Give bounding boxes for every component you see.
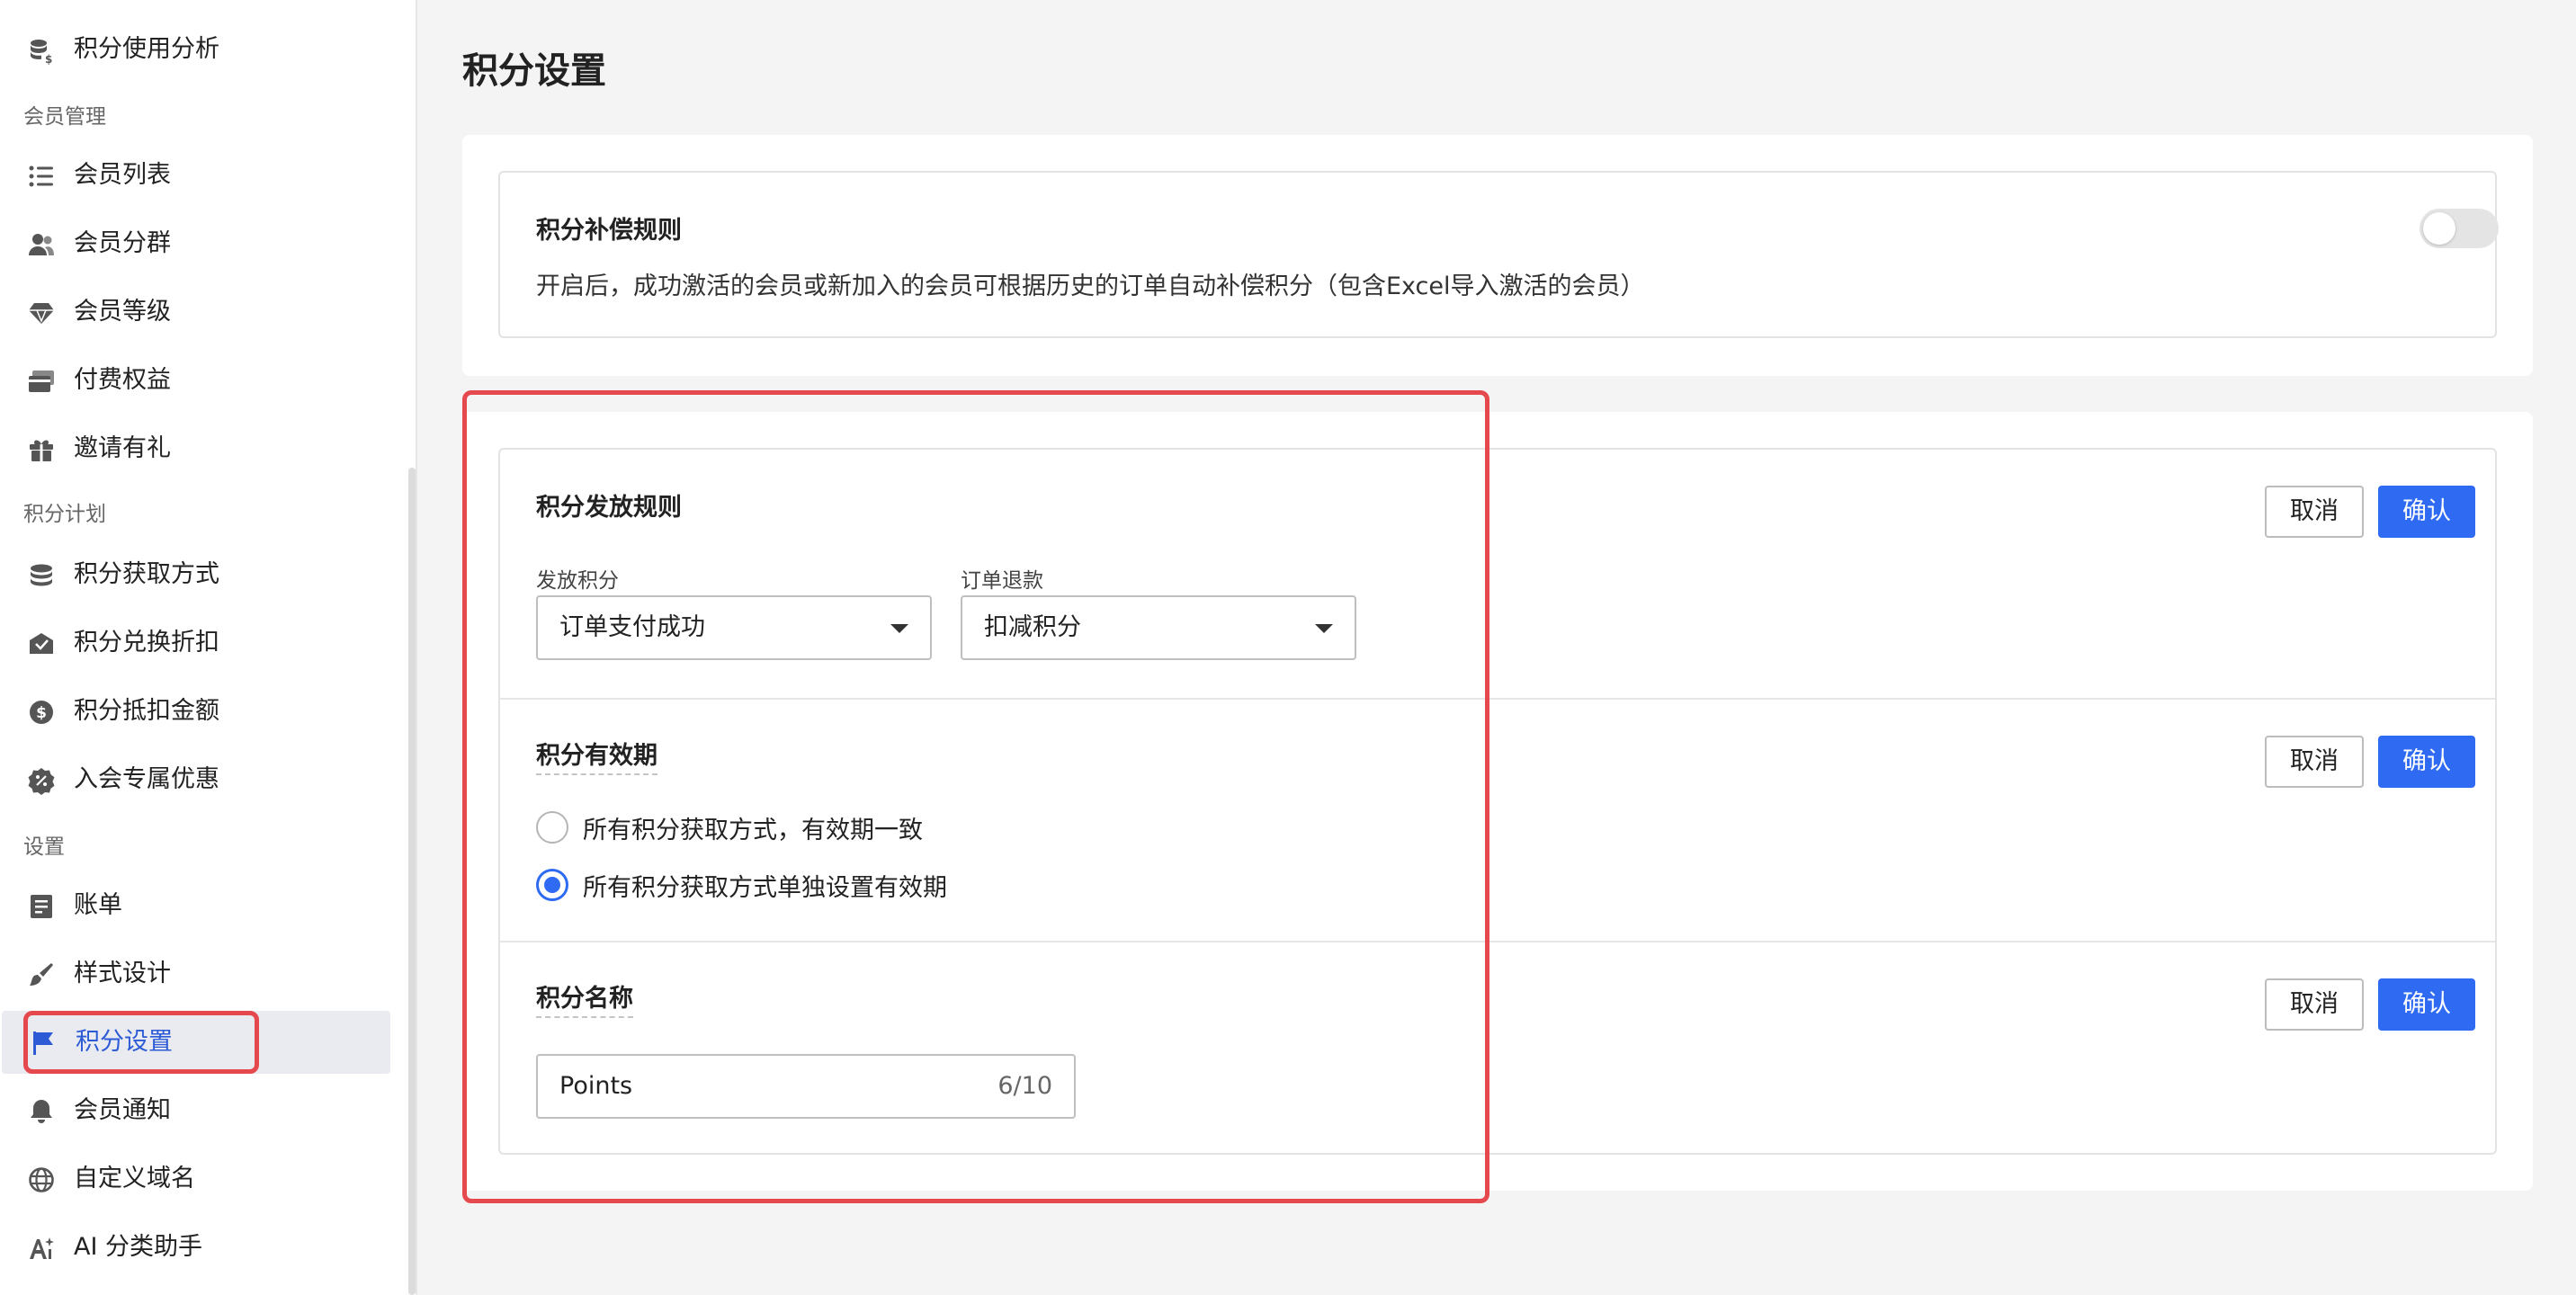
validity-option-uniform[interactable]: 所有积分获取方式，有效期一致 bbox=[536, 809, 923, 845]
order-refund-label: 订单退款 bbox=[961, 569, 1043, 593]
sidebar-item-paid-benefits[interactable]: 付费权益 bbox=[0, 349, 389, 412]
sidebar-item-label: 会员等级 bbox=[74, 298, 171, 326]
card-icon bbox=[27, 367, 56, 396]
compensation-toggle[interactable] bbox=[2419, 209, 2499, 248]
list-icon bbox=[27, 162, 56, 191]
compensation-title: 积分补偿规则 bbox=[536, 217, 682, 245]
points-name-title: 积分名称 bbox=[536, 978, 633, 1018]
sidebar-item-ai-category-assistant[interactable]: AI 分类助手 bbox=[0, 1216, 389, 1279]
validity-cancel-button[interactable]: 取消 bbox=[2265, 736, 2364, 788]
globe-icon bbox=[27, 1166, 56, 1194]
issue-points-value: 订单支付成功 bbox=[559, 613, 705, 641]
database-dollar-icon: $ bbox=[27, 36, 56, 65]
sidebar-item-label: AI 分类助手 bbox=[74, 1233, 203, 1261]
issue-points-label: 发放积分 bbox=[536, 569, 619, 593]
sidebar-item-label: 邀请有礼 bbox=[74, 434, 171, 462]
gift-icon bbox=[27, 435, 56, 464]
svg-text:$: $ bbox=[45, 53, 52, 65]
points-name-cancel-button[interactable]: 取消 bbox=[2265, 978, 2364, 1031]
sidebar-item-label: 积分抵扣金额 bbox=[74, 697, 219, 725]
sidebar-item-label: 积分获取方式 bbox=[74, 560, 219, 588]
radio-checked[interactable] bbox=[536, 869, 568, 901]
sidebar-item-points-redeem-discount[interactable]: 积分兑换折扣 bbox=[0, 612, 389, 674]
dollar-circle-icon: $ bbox=[27, 698, 56, 727]
sidebar-item-label: 入会专属优惠 bbox=[74, 765, 219, 793]
section-divider bbox=[500, 941, 2495, 942]
points-name-confirm-button[interactable]: 确认 bbox=[2378, 978, 2475, 1031]
sidebar-item-label: 样式设计 bbox=[74, 960, 171, 987]
ai-sparkle-icon bbox=[27, 1234, 56, 1263]
validity-title-text: 积分有效期 bbox=[536, 742, 657, 775]
coins-icon bbox=[27, 561, 56, 590]
nav-group-points-plan: 积分计划 bbox=[23, 503, 106, 526]
issue-rule-confirm-button[interactable]: 确认 bbox=[2378, 486, 2475, 538]
points-name-title-text: 积分名称 bbox=[536, 985, 633, 1018]
nav-group-member-management: 会员管理 bbox=[23, 105, 106, 129]
order-refund-value: 扣减积分 bbox=[984, 613, 1081, 641]
points-settings-panel: 积分发放规则 发放积分 订单支付成功 订单退款 扣减积分 取消 确认 积分有效期… bbox=[498, 448, 2497, 1155]
sidebar-item-member-levels[interactable]: 会员等级 bbox=[0, 281, 389, 344]
svg-text:$: $ bbox=[36, 704, 47, 722]
caret-down-icon bbox=[1315, 624, 1333, 633]
diamond-icon bbox=[27, 299, 56, 327]
issue-rule-cancel-button[interactable]: 取消 bbox=[2265, 486, 2364, 538]
sidebar-item-member-list[interactable]: 会员列表 bbox=[0, 144, 389, 207]
page-title: 积分设置 bbox=[462, 50, 606, 92]
sidebar-item-points-usage-analysis[interactable]: $ 积分使用分析 bbox=[0, 18, 389, 81]
sidebar-item-label: 账单 bbox=[74, 891, 122, 919]
sidebar-item-label: 付费权益 bbox=[74, 366, 171, 394]
sidebar: $ 积分使用分析 会员管理 会员列表 会员分群 会员等级 付费权益 邀请有礼 积… bbox=[0, 0, 417, 1295]
section-divider bbox=[500, 698, 2495, 700]
percent-badge-icon bbox=[27, 766, 56, 795]
sidebar-item-label: 积分设置 bbox=[76, 1028, 173, 1056]
sidebar-item-points-deduct-amount[interactable]: $ 积分抵扣金额 bbox=[0, 680, 389, 743]
sidebar-item-member-segments[interactable]: 会员分群 bbox=[0, 212, 389, 275]
validity-confirm-button[interactable]: 确认 bbox=[2378, 736, 2475, 788]
bill-icon bbox=[27, 892, 56, 921]
sidebar-item-label: 积分兑换折扣 bbox=[74, 629, 219, 656]
envelope-check-icon bbox=[27, 630, 56, 658]
sidebar-item-points-earning[interactable]: 积分获取方式 bbox=[0, 543, 389, 606]
brush-icon bbox=[27, 960, 56, 989]
flag-icon bbox=[29, 1029, 58, 1058]
sidebar-scrollbar[interactable] bbox=[408, 468, 416, 1295]
sidebar-item-points-settings[interactable]: 积分设置 bbox=[2, 1011, 390, 1074]
compensation-description: 开启后，成功激活的会员或新加入的会员可根据历史的订单自动补偿积分（包含Excel… bbox=[536, 272, 1645, 300]
sidebar-item-style-design[interactable]: 样式设计 bbox=[0, 942, 389, 1005]
toggle-knob bbox=[2423, 212, 2455, 245]
sidebar-item-member-notifications[interactable]: 会员通知 bbox=[0, 1079, 389, 1142]
sidebar-item-join-offer[interactable]: 入会专属优惠 bbox=[0, 748, 389, 811]
compensation-panel: 积分补偿规则 开启后，成功激活的会员或新加入的会员可根据历史的订单自动补偿积分（… bbox=[498, 171, 2499, 338]
bell-icon bbox=[27, 1097, 56, 1126]
radio-label: 所有积分获取方式，有效期一致 bbox=[583, 816, 923, 844]
order-refund-select[interactable]: 扣减积分 bbox=[961, 595, 1356, 660]
compensation-card: 积分补偿规则 开启后，成功激活的会员或新加入的会员可根据历史的订单自动补偿积分（… bbox=[462, 135, 2533, 376]
sidebar-item-label: 会员列表 bbox=[74, 161, 171, 189]
caret-down-icon bbox=[890, 624, 908, 633]
sidebar-item-billing[interactable]: 账单 bbox=[0, 874, 389, 937]
sidebar-item-label: 会员分群 bbox=[74, 229, 171, 257]
sidebar-item-label: 自定义域名 bbox=[74, 1165, 195, 1192]
sidebar-item-label: 会员通知 bbox=[74, 1096, 171, 1124]
users-icon bbox=[27, 230, 56, 259]
character-counter: 6/10 bbox=[997, 1072, 1052, 1100]
radio-unchecked[interactable] bbox=[536, 811, 568, 844]
points-name-value: Points bbox=[559, 1072, 633, 1100]
issue-points-select[interactable]: 订单支付成功 bbox=[536, 595, 932, 660]
validity-title: 积分有效期 bbox=[536, 736, 657, 775]
issue-rule-title: 积分发放规则 bbox=[536, 494, 682, 522]
points-settings-card: 积分发放规则 发放积分 订单支付成功 订单退款 扣减积分 取消 确认 积分有效期… bbox=[462, 412, 2533, 1191]
validity-option-individual[interactable]: 所有积分获取方式单独设置有效期 bbox=[536, 867, 947, 903]
nav-group-settings: 设置 bbox=[23, 835, 65, 859]
sidebar-item-label: 积分使用分析 bbox=[74, 35, 219, 63]
radio-label: 所有积分获取方式单独设置有效期 bbox=[583, 873, 947, 902]
sidebar-item-invite-rewards[interactable]: 邀请有礼 bbox=[0, 417, 389, 480]
points-name-input[interactable]: Points 6/10 bbox=[536, 1054, 1076, 1119]
sidebar-item-custom-domain[interactable]: 自定义域名 bbox=[0, 1148, 389, 1210]
